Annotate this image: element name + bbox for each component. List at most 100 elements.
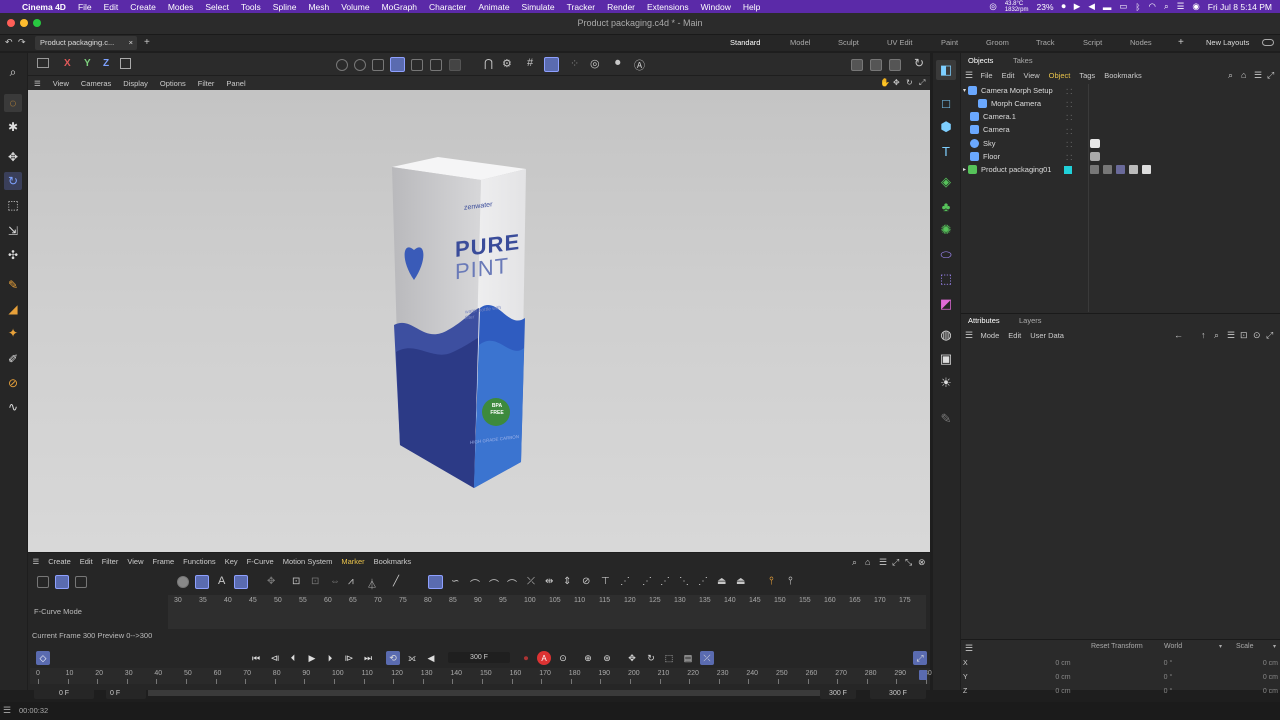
flag-icon[interactable]: ▬ (1103, 2, 1112, 12)
remove-overshoot-icon[interactable]: ⋰ (698, 576, 708, 587)
search-icon[interactable]: ⌕ (1164, 1, 1169, 12)
timeline-menu-key[interactable]: Key (220, 557, 242, 566)
filter-icon[interactable]: ☰ (1227, 330, 1235, 341)
new-panel-icon[interactable]: ⊙ (1253, 330, 1261, 341)
menu-volume[interactable]: Volume (335, 2, 375, 12)
render-view-icon[interactable]: ⏺ (615, 57, 621, 70)
text-icon[interactable]: T (936, 141, 956, 161)
add-layout-icon[interactable]: + (1178, 37, 1184, 48)
object-row-morph-camera[interactable]: Morph Camera (978, 97, 1103, 110)
undo-icon[interactable]: ↶ (5, 37, 13, 48)
preview-end-field[interactable]: 300 F (820, 688, 856, 699)
layout-tab-script[interactable]: Script (1083, 38, 1102, 47)
expand-arrow-icon[interactable]: ▸ (963, 166, 966, 173)
objects-menu-bookmarks[interactable]: Bookmarks (1100, 71, 1147, 80)
expand-icon[interactable]: ⤢ (892, 557, 899, 568)
play-button[interactable]: ▶ (305, 651, 319, 665)
pan-icon[interactable]: ✋ (880, 78, 890, 87)
linear-interp-icon[interactable]: ╱ (393, 576, 399, 587)
layouts-toggle-icon[interactable] (1262, 39, 1274, 46)
status-icon[interactable]: ◎ (989, 1, 996, 12)
move-key-button[interactable]: ✥ (625, 651, 639, 665)
lock-icon[interactable]: ⊡ (1240, 330, 1248, 341)
field-icon[interactable]: ⬚ (936, 269, 956, 289)
pla-key-button[interactable]: ⤫ (700, 651, 714, 665)
timeline-menu-filter[interactable]: Filter (97, 557, 123, 566)
object-row-sky[interactable]: Sky (970, 137, 1095, 150)
viewport-menu-options[interactable]: Options (154, 79, 192, 88)
up-arrow-icon[interactable]: ↑ (1201, 330, 1206, 340)
object-row-floor[interactable]: Floor (970, 150, 1095, 163)
attributes-menu-icon[interactable]: ☰ (965, 330, 973, 341)
solo-icon[interactable] (449, 59, 461, 71)
layout-tab-uv-edit[interactable]: UV Edit (887, 38, 912, 47)
material-swatch-4[interactable] (1129, 165, 1138, 174)
axis-x-toggle[interactable]: X (64, 58, 71, 69)
objects-menu-edit[interactable]: Edit (997, 71, 1019, 80)
rotation-x-field[interactable]: 0 ° (1113, 660, 1223, 667)
select-icon[interactable]: ◌ (4, 94, 22, 112)
current-frame-field[interactable]: 300 F (448, 652, 510, 663)
material-swatch-floor[interactable] (1090, 152, 1100, 161)
new-layouts-button[interactable]: New Layouts (1206, 38, 1249, 47)
material-swatch-1[interactable] (1090, 165, 1099, 174)
status-menu-icon[interactable]: ☰ (3, 705, 11, 716)
transform-icon[interactable]: ⇲ (4, 222, 22, 240)
uv-mode-icon[interactable] (411, 59, 423, 71)
end-frame-field[interactable]: 300 F (870, 688, 926, 699)
timeline-menu-edit[interactable]: Edit (75, 557, 97, 566)
keyframe-spread-icon[interactable]: ⩘ (348, 576, 354, 587)
timeline-menu-marker[interactable]: Marker (337, 557, 369, 566)
search-icon[interactable]: ⌕ (1228, 70, 1233, 81)
grid-snap-icon[interactable]: # (527, 57, 533, 69)
cube-object-icon[interactable]: ◧ (936, 60, 956, 80)
go-to-start-button[interactable]: ⏮ (249, 651, 263, 665)
bluetooth-icon[interactable]: ᛒ (1135, 2, 1140, 12)
filter-icon[interactable]: ☰ (879, 557, 887, 568)
overshoot-icon[interactable]: ⋰ (642, 576, 652, 587)
spline-pen-icon[interactable]: ✎ (4, 276, 22, 294)
menu-mograph[interactable]: MoGraph (376, 2, 423, 12)
render-icon[interactable]: Ⓐ (634, 57, 645, 73)
tab-takes[interactable]: Takes (1013, 56, 1033, 65)
layout-tab-nodes[interactable]: Nodes (1130, 38, 1152, 47)
sound-button[interactable]: ◀ (424, 651, 438, 665)
layer-color-swatch[interactable] (1064, 166, 1072, 174)
menu-spline[interactable]: Spline (267, 2, 303, 12)
effector-icon[interactable]: ✺ (936, 220, 956, 240)
rotate-key-button[interactable]: ↻ (644, 651, 658, 665)
volume-icon[interactable]: ◀ (1088, 1, 1095, 12)
expand-icon[interactable]: ⤢ (1266, 330, 1273, 341)
marker-icon[interactable]: ⫯ (769, 575, 774, 588)
layout-tab-model[interactable]: Model (790, 38, 810, 47)
zoom-keys-icon[interactable]: ⇔ (330, 576, 340, 587)
preview-range-button[interactable]: ⟗ (405, 651, 419, 665)
search-icon[interactable]: ⌕ (1214, 330, 1219, 341)
autokey-button[interactable]: A (537, 651, 551, 665)
objects-menu-icon[interactable]: ☰ (965, 70, 973, 81)
param-key-button[interactable]: ▤ (681, 651, 695, 665)
key-preset-icon[interactable]: ⏏ (736, 576, 745, 587)
measure-icon[interactable]: ⊘ (4, 374, 22, 392)
polygons-mode-icon[interactable] (372, 59, 384, 71)
scale-key-button[interactable]: ⬚ (662, 651, 676, 665)
record-button[interactable]: ⏺ (519, 651, 533, 665)
layout-tab-paint[interactable]: Paint (941, 38, 958, 47)
record-icon[interactable]: ⏺ (1062, 1, 1066, 12)
menu-modes[interactable]: Modes (162, 2, 200, 12)
app-menu[interactable]: Cinema 4D (16, 2, 72, 12)
search-icon[interactable]: ⌕ (4, 63, 22, 81)
spline-rectangle-icon[interactable]: □ (936, 93, 956, 113)
live-selection-icon[interactable]: ✱ (4, 118, 22, 136)
render-queue-icon[interactable] (870, 59, 882, 71)
objects-menu-object[interactable]: Object (1044, 71, 1075, 80)
previous-frame-button[interactable]: ⏴ (286, 651, 300, 665)
next-frame-button[interactable]: ⏵ (323, 651, 337, 665)
menu-window[interactable]: Window (695, 2, 737, 12)
cube-icon[interactable]: ⬢ (936, 117, 956, 137)
close-icon[interactable]: ⊗ (918, 557, 926, 568)
position-x-field[interactable]: 0 cm (1013, 660, 1113, 667)
layout-tab-groom[interactable]: Groom (986, 38, 1009, 47)
marker-options-icon[interactable]: ⫯ (788, 575, 793, 588)
wifi-icon[interactable]: ◠ (1149, 1, 1156, 12)
